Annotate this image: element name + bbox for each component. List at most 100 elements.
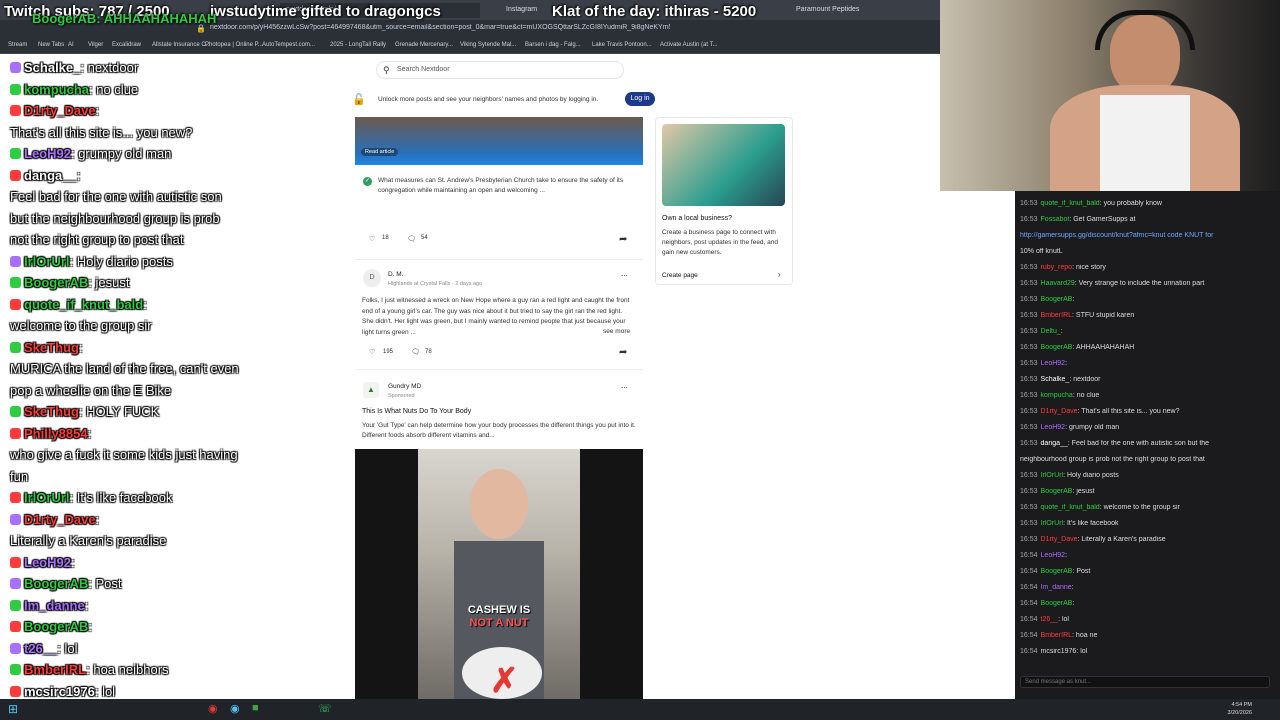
chat-timestamp: 16:53 [1020,536,1038,543]
chat-message: but the neighbourhood group is prob [10,211,220,226]
chat-username[interactable]: kompucha [1041,392,1073,399]
see-more-link[interactable]: see more [603,328,631,335]
like-icon[interactable]: ♡ [369,348,375,356]
chat-username[interactable]: SkeThug [24,404,79,419]
ad-author[interactable]: Gundry MD [388,383,421,390]
chat-username[interactable]: BoogerAB [1041,488,1073,495]
chat-username[interactable]: Haavard29 [1041,280,1075,287]
more-options-icon[interactable]: ⋯ [621,272,628,280]
app-icon[interactable]: ■ [252,702,259,714]
chat-username[interactable]: SkeThug [24,340,79,355]
chat-username[interactable]: quote_if_knut_bald [1041,200,1100,207]
comment-icon[interactable]: 🗨 [411,348,420,356]
chat-timestamp: 16:53 [1020,328,1038,335]
bookmark-item[interactable]: Vilger [88,42,103,48]
chat-username[interactable]: mcsirc1976 [1041,648,1077,655]
chat-username[interactable]: Im_danne [1041,584,1072,591]
bookmark-item[interactable]: Stream [8,42,27,48]
chat-username[interactable]: BoogerAB [24,576,88,591]
bookmark-item[interactable]: 2025 - LongTail Rally [330,42,386,48]
login-button[interactable]: Log in [625,92,655,106]
bookmark-item[interactable]: Lake Travis Pontoon... [592,42,652,48]
chat-username[interactable]: Philly8854 [24,426,88,441]
read-article-link[interactable]: Read article [361,148,399,156]
chat-username[interactable]: Schalke_ [1041,376,1070,383]
chat-username[interactable]: D1rty_Dave [24,103,96,118]
ad-video[interactable]: ✗ CASHEW IS NOT A NUT [355,449,643,700]
chat-username[interactable]: t26__ [24,641,57,656]
chat-username[interactable]: BmberIRL [24,662,86,677]
bookmark-item[interactable]: Activate Austin (at T... [660,42,718,48]
like-icon[interactable]: ♡ [369,235,375,243]
chat-username[interactable]: IrlOrUrl [1041,520,1064,527]
chat-message: BoogerAB: [10,619,92,634]
bookmark-item[interactable]: Viking Sytende Mal... [460,42,516,48]
windows-start-icon[interactable]: ⊞ [8,702,18,716]
chat-username[interactable]: IrlOrUrl [24,490,70,505]
bookmark-item[interactable]: AI [68,42,74,48]
chat-username[interactable]: quote_if_knut_bald [1041,504,1100,511]
tab-paramount[interactable]: Paramount Peptides [790,3,860,18]
chat-username[interactable]: Schalke_ [24,60,80,75]
chat-username[interactable]: BoogerAB [1041,344,1073,351]
chat-username[interactable]: IrlOrUrl [1041,472,1064,479]
url-field[interactable]: nextdoor.com/p/yH456zzwLcSw?post=4649974… [210,24,670,37]
chat-username[interactable]: D1rty_Dave [1041,408,1078,415]
bookmark-item[interactable]: Photopea | Online P... [205,42,263,48]
chat-username[interactable]: BoogerAB [24,619,88,634]
chat-username[interactable]: Deltu_ [1041,328,1061,335]
chat-username[interactable]: BoogerAB [24,275,88,290]
chat-username[interactable]: danga__ [24,168,77,183]
chat-username[interactable]: LeoH92 [1041,360,1066,367]
chat-message: 16:53 BoogerAB: [1020,296,1275,303]
chat-username[interactable]: danga__ [1041,440,1068,447]
whatsapp-icon[interactable]: ☏ [318,702,332,715]
chat-username[interactable]: LeoH92 [1041,552,1066,559]
chat-username[interactable]: mcsirc1976 [24,684,95,699]
chat-text: : hoa neibhors [86,662,169,677]
edge-icon[interactable]: ◉ [230,702,240,715]
chat-badge-icon [10,685,21,697]
bookmark-item[interactable]: Allstate Insurance C... [152,42,211,48]
chat-username[interactable]: LeoH92 [24,555,71,570]
chat-username[interactable]: LeoH92 [24,146,71,161]
chrome-icon[interactable]: ◉ [208,702,218,715]
chat-username[interactable]: Fossabot [1041,216,1070,223]
bookmark-item[interactable]: AutoTempest.com... [262,42,315,48]
chat-username[interactable]: BoogerAB [1041,568,1073,575]
chat-timestamp: 16:53 [1020,376,1038,383]
chat-username[interactable]: LeoH92 [1041,424,1066,431]
bookmark-item[interactable]: Excalidraw [112,42,141,48]
bookmark-item[interactable]: Barsen i dag - Falg... [525,42,581,48]
bookmark-item[interactable]: Grenade Mercenary... [395,42,453,48]
chat-badge-icon [10,341,21,353]
chat-badge-icon [10,556,21,568]
create-page-link[interactable]: Create page [662,272,698,279]
chat-username[interactable]: IrlOrUrl [24,254,70,269]
chat-username[interactable]: quote_if_knut_bald [24,297,143,312]
post-card-church: Read article ✓ What measures can St. And… [355,117,643,260]
chat-username[interactable]: D1rty_Dave [24,512,96,527]
chat-message: Philly8854: [10,426,91,441]
chat-username[interactable]: t26__ [1041,616,1059,623]
more-options-icon[interactable]: ⋯ [621,384,628,392]
post-author[interactable]: D. M. [388,271,404,278]
chat-input[interactable]: Send message as knut... [1020,676,1270,688]
share-icon[interactable]: ➦ [619,347,627,358]
chat-username[interactable]: ruby_repo [1041,264,1073,271]
chat-text: : Get GamerSupps at [1069,216,1136,223]
chat-username[interactable]: BoogerAB [1041,296,1073,303]
share-icon[interactable]: ➦ [619,234,627,245]
chat-username[interactable]: kompucha [24,82,89,97]
chat-username[interactable]: BoogerAB [1041,600,1073,607]
chat-username[interactable]: BmberIRL [1041,312,1073,319]
chat-username[interactable]: D1rty_Dave [1041,536,1078,543]
bookmark-item[interactable]: New Tabs [38,42,64,48]
comment-icon[interactable]: 🗨 [407,235,416,243]
ad-title[interactable]: This Is What Nuts Do To Your Body [362,408,471,415]
search-input[interactable]: ⚲ Search Nextdoor [376,61,624,79]
chat-username[interactable]: BmberIRL [1041,632,1073,639]
chat-username[interactable]: Im_danne [24,598,85,613]
tab-instagram[interactable]: Instagram [500,3,550,18]
chat-badge-icon [10,255,21,267]
